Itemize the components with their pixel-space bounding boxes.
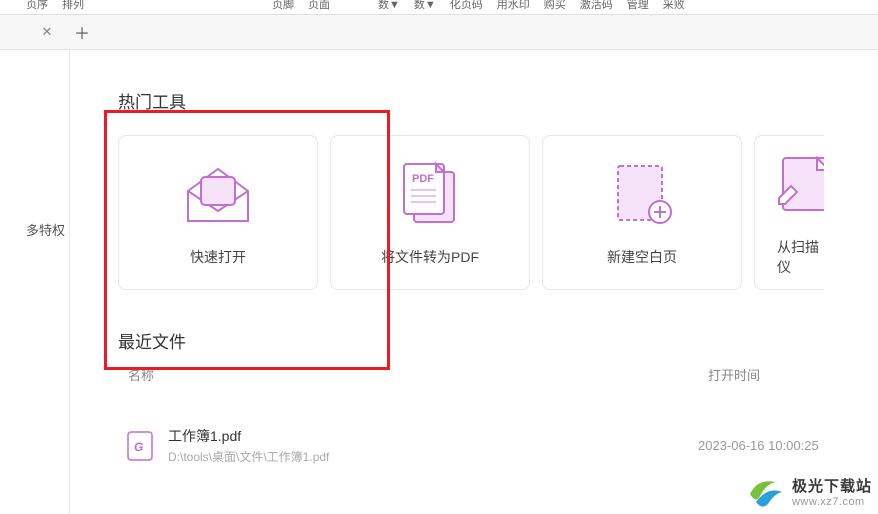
- close-tab-button[interactable]: ✕: [40, 25, 54, 39]
- ribbon-item[interactable]: 管理: [627, 0, 649, 11]
- hot-tools-heading: 热门工具: [118, 88, 878, 113]
- card-quick-open[interactable]: 快速打开: [118, 135, 318, 290]
- ribbon-item[interactable]: 用水印: [497, 0, 530, 11]
- ribbon-item[interactable]: 页面: [308, 0, 330, 11]
- ribbon-item[interactable]: 采败: [663, 0, 685, 11]
- scanner-icon: [777, 149, 824, 221]
- card-label: 从扫描仪: [777, 237, 824, 277]
- pdf-document-icon: G: [126, 430, 154, 462]
- column-name[interactable]: 名称: [118, 365, 708, 384]
- envelope-icon: [183, 159, 253, 231]
- ribbon-item[interactable]: 页脚: [272, 0, 294, 11]
- card-convert-pdf[interactable]: PDF 将文件转为PDF: [330, 135, 530, 290]
- svg-text:G: G: [134, 440, 143, 454]
- main-area: 热门工具 快速打开 PDF: [70, 50, 878, 514]
- watermark: 极光下载站 www.xz7.com: [746, 472, 872, 510]
- ribbon-item[interactable]: 购买: [544, 0, 566, 11]
- ribbon-toolbar: 页序 排列 页脚 页面 数▼ 数▼ 化页码 用水印 购买 激活码 管理 采败: [0, 0, 878, 15]
- watermark-logo-icon: [746, 472, 784, 510]
- add-tab-button[interactable]: ＋: [74, 24, 90, 40]
- file-row[interactable]: G 工作簿1.pdf D:\tools\桌面\文件\工作簿1.pdf 2023-…: [118, 426, 878, 465]
- file-name: 工作簿1.pdf: [168, 426, 698, 446]
- ribbon-item[interactable]: 页序: [26, 0, 48, 11]
- sidebar-privileges[interactable]: 多特权: [0, 220, 65, 239]
- card-label: 新建空白页: [607, 247, 677, 267]
- card-new-blank[interactable]: 新建空白页: [542, 135, 742, 290]
- tab-bar: ✕ ＋: [0, 15, 878, 50]
- blank-page-add-icon: [610, 159, 674, 231]
- card-from-scanner[interactable]: 从扫描仪: [754, 135, 824, 290]
- recent-files-heading: 最近文件: [118, 328, 878, 353]
- column-time[interactable]: 打开时间: [708, 365, 848, 384]
- ribbon-item[interactable]: 激活码: [580, 0, 613, 11]
- pdf-file-icon: PDF: [394, 159, 466, 231]
- file-list-header: 名称 打开时间: [118, 365, 878, 384]
- watermark-title: 极光下载站: [792, 475, 872, 496]
- watermark-url: www.xz7.com: [792, 496, 872, 508]
- ribbon-item[interactable]: 数▼: [378, 0, 400, 11]
- tool-cards: 快速打开 PDF 将文件转为PDF: [118, 135, 878, 290]
- card-label: 快速打开: [190, 247, 246, 267]
- ribbon-item[interactable]: 数▼: [414, 0, 436, 11]
- ribbon-item[interactable]: 排列: [62, 0, 84, 11]
- svg-text:PDF: PDF: [412, 173, 434, 185]
- file-open-time: 2023-06-16 10:00:25: [698, 438, 848, 453]
- ribbon-item[interactable]: 化页码: [450, 0, 483, 11]
- sidebar: 多特权: [0, 50, 70, 514]
- file-path: D:\tools\桌面\文件\工作簿1.pdf: [168, 448, 698, 465]
- card-label: 将文件转为PDF: [381, 247, 479, 267]
